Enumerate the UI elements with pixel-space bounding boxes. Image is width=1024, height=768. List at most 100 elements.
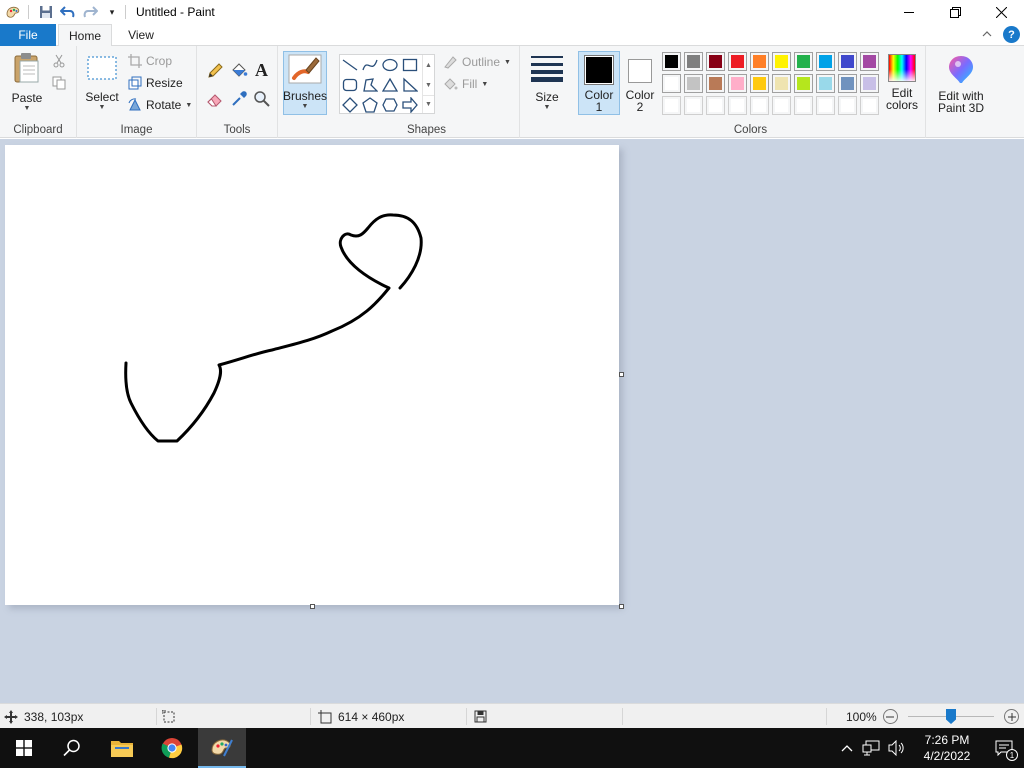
crop-button[interactable]: Crop	[128, 54, 172, 68]
palette-swatch[interactable]	[838, 96, 857, 115]
pencil-tool[interactable]	[206, 62, 224, 80]
eraser-tool[interactable]	[206, 90, 224, 108]
minimize-button[interactable]	[886, 0, 932, 24]
palette-swatch[interactable]	[860, 74, 879, 93]
curve-shape[interactable]	[360, 55, 380, 75]
palette-swatch[interactable]	[750, 74, 769, 93]
palette-swatch[interactable]	[860, 96, 879, 115]
fill-tool[interactable]	[230, 62, 248, 80]
chrome-button[interactable]	[148, 728, 196, 768]
tab-home[interactable]: Home	[58, 24, 112, 47]
palette-swatch[interactable]	[706, 52, 725, 71]
paint-app-icon[interactable]	[4, 3, 22, 21]
network-button[interactable]	[858, 740, 884, 756]
palette-swatch[interactable]	[662, 52, 681, 71]
collapse-ribbon-icon[interactable]	[980, 27, 994, 41]
copy-button[interactable]	[52, 76, 66, 90]
rounded-rectangle-shape[interactable]	[340, 75, 360, 95]
diamond-shape[interactable]	[340, 95, 360, 115]
gallery-scroll-up-icon[interactable]: ▲	[422, 55, 434, 75]
outline-button[interactable]: Outline ▼	[442, 54, 511, 70]
size-button[interactable]: Size ▼	[526, 54, 568, 111]
palette-swatch[interactable]	[816, 74, 835, 93]
right-triangle-shape[interactable]	[400, 75, 420, 95]
cut-button[interactable]	[52, 54, 66, 68]
hexagon-shape[interactable]	[380, 95, 400, 115]
palette-swatch[interactable]	[684, 74, 703, 93]
palette-swatch[interactable]	[706, 96, 725, 115]
right-arrow-shape[interactable]	[400, 95, 420, 115]
edit-colors-button[interactable]: Edit colors	[882, 54, 922, 111]
palette-swatch[interactable]	[728, 96, 747, 115]
volume-button[interactable]	[884, 740, 910, 756]
tab-view[interactable]: View	[118, 24, 164, 46]
palette-swatch[interactable]	[838, 52, 857, 71]
zoom-out-button[interactable]	[882, 709, 898, 724]
palette-swatch[interactable]	[772, 74, 791, 93]
eyedropper-icon	[232, 91, 247, 106]
zoom-slider[interactable]	[908, 704, 994, 729]
resize-handle-right[interactable]	[619, 372, 624, 377]
palette-swatch[interactable]	[816, 52, 835, 71]
rectangle-shape[interactable]	[400, 55, 420, 75]
edit-with-paint3d-button[interactable]: Edit with Paint 3D	[932, 54, 990, 114]
select-button[interactable]: Select ▼	[84, 54, 120, 111]
resize-handle-bottom[interactable]	[310, 604, 315, 609]
line-shape[interactable]	[340, 55, 360, 75]
search-button[interactable]	[48, 728, 96, 768]
palette-swatch[interactable]	[794, 52, 813, 71]
palette-swatch[interactable]	[816, 96, 835, 115]
help-icon[interactable]: ?	[1003, 26, 1020, 43]
show-hidden-icons-button[interactable]	[836, 744, 858, 752]
rotate-button[interactable]: Rotate ▼	[128, 98, 192, 112]
drawing-canvas[interactable]	[5, 145, 619, 605]
text-tool[interactable]: A	[253, 60, 271, 78]
color-picker-tool[interactable]	[230, 90, 248, 108]
triangle-shape[interactable]	[380, 75, 400, 95]
close-button[interactable]	[978, 0, 1024, 24]
start-button[interactable]	[0, 728, 48, 768]
swatch-color	[665, 77, 678, 90]
polygon-shape[interactable]	[360, 75, 380, 95]
oval-shape[interactable]	[380, 55, 400, 75]
color1-button[interactable]: Color 1	[578, 51, 620, 115]
resize-button[interactable]: Resize	[128, 76, 183, 90]
tab-file[interactable]: File	[0, 24, 56, 46]
palette-swatch[interactable]	[662, 96, 681, 115]
clock[interactable]: 7:26 PM 4/2/2022	[910, 732, 984, 764]
action-center-button[interactable]: 1	[984, 728, 1024, 768]
palette-swatch[interactable]	[794, 74, 813, 93]
maximize-button[interactable]	[932, 0, 978, 24]
zoom-in-button[interactable]	[1004, 709, 1019, 724]
gallery-expand-icon[interactable]: ▼	[422, 95, 434, 113]
gallery-scroll-down-icon[interactable]: ▼	[422, 75, 434, 95]
paint-taskbar-button[interactable]	[198, 728, 246, 768]
customize-quick-access-icon[interactable]: ▾	[103, 3, 121, 21]
palette-swatch[interactable]	[794, 96, 813, 115]
palette-swatch[interactable]	[684, 52, 703, 71]
palette-swatch[interactable]	[838, 74, 857, 93]
canvas-workspace[interactable]	[0, 139, 1024, 703]
palette-swatch[interactable]	[728, 52, 747, 71]
palette-swatch[interactable]	[772, 96, 791, 115]
resize-handle-corner[interactable]	[619, 604, 624, 609]
undo-icon[interactable]	[59, 3, 77, 21]
palette-swatch[interactable]	[750, 52, 769, 71]
magnifier-tool[interactable]	[253, 90, 271, 108]
palette-swatch[interactable]	[706, 74, 725, 93]
save-icon[interactable]	[37, 3, 55, 21]
color2-button[interactable]: Color 2	[622, 51, 658, 115]
fill-button[interactable]: Fill ▼	[442, 76, 488, 92]
zoom-slider-thumb[interactable]	[946, 709, 956, 724]
file-explorer-button[interactable]	[98, 728, 146, 768]
palette-swatch[interactable]	[772, 52, 791, 71]
palette-swatch[interactable]	[860, 52, 879, 71]
palette-swatch[interactable]	[684, 96, 703, 115]
palette-swatch[interactable]	[662, 74, 681, 93]
redo-icon[interactable]	[81, 3, 99, 21]
palette-swatch[interactable]	[728, 74, 747, 93]
pentagon-shape[interactable]	[360, 95, 380, 115]
paste-button[interactable]: Paste ▼	[8, 52, 46, 112]
brushes-button[interactable]: Brushes ▼	[283, 51, 327, 115]
palette-swatch[interactable]	[750, 96, 769, 115]
